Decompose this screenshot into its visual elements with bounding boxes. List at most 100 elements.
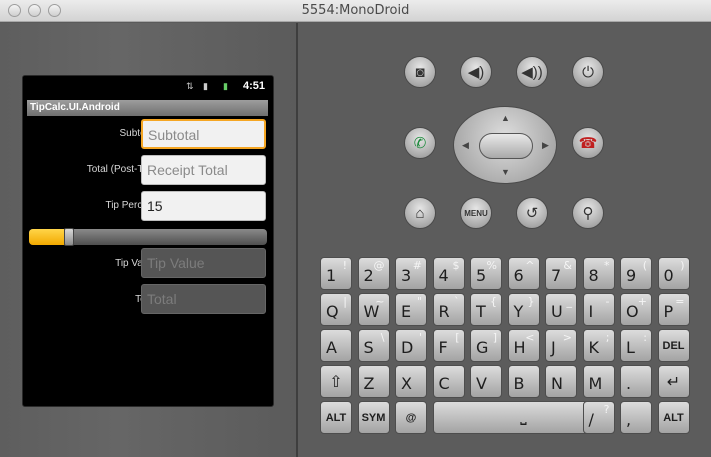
alt-key-left[interactable]: ALT: [320, 401, 352, 434]
delete-key[interactable]: DEL: [657, 329, 690, 362]
search-button[interactable]: ⚲: [572, 197, 604, 229]
tip-slider[interactable]: [29, 228, 267, 246]
power-button[interactable]: ⏻: [572, 56, 604, 88]
key-5[interactable]: 5%: [470, 257, 502, 290]
key-i[interactable]: I-: [582, 293, 615, 326]
search-icon: ⚲: [582, 205, 594, 222]
key-s[interactable]: S \: [357, 329, 390, 362]
camera-button[interactable]: ◙: [404, 56, 436, 88]
key-0[interactable]: 0): [657, 257, 690, 290]
key-z[interactable]: Z: [357, 365, 390, 398]
end-call-button[interactable]: ☎: [572, 127, 604, 159]
key-alt-label: <: [525, 331, 535, 344]
key-b[interactable]: B: [507, 365, 540, 398]
subtotal-input[interactable]: Subtotal: [141, 119, 266, 149]
key-label: DEL: [662, 340, 685, 352]
home-icon: ⌂: [415, 204, 425, 222]
key-c[interactable]: C: [432, 365, 465, 398]
key-main-label: .: [626, 374, 632, 393]
sym-key[interactable]: SYM: [357, 401, 390, 434]
enter-key[interactable]: ↵: [657, 365, 690, 398]
at-key[interactable]: @: [395, 401, 427, 434]
key-main-label: 0: [663, 266, 674, 285]
back-button[interactable]: ↺: [516, 197, 548, 229]
key-main-label: 6: [513, 266, 524, 285]
key-q[interactable]: Q |: [320, 293, 352, 326]
volume-up-button[interactable]: ◀)): [516, 56, 548, 88]
key-x[interactable]: X: [395, 365, 427, 398]
key-f[interactable]: F[: [432, 329, 465, 362]
key-y[interactable]: Y}: [507, 293, 540, 326]
key-1[interactable]: 1!: [320, 257, 352, 290]
key-j[interactable]: J >: [545, 329, 577, 362]
volume-up-icon: ◀)): [521, 64, 543, 81]
key-alt-label: &: [563, 259, 572, 272]
receipt-total-input[interactable]: Receipt Total: [141, 155, 266, 185]
key-main-label: D: [401, 338, 414, 357]
key-n[interactable]: N: [545, 365, 577, 398]
key-t[interactable]: T{: [470, 293, 502, 326]
key-e[interactable]: E ": [395, 293, 427, 326]
key-m[interactable]: M: [582, 365, 615, 398]
dpad-center-button[interactable]: [479, 133, 533, 159]
signal-icon: ▮: [203, 81, 208, 91]
key-l[interactable]: L:: [620, 329, 652, 362]
volume-down-button[interactable]: ◀): [460, 56, 492, 88]
key-u[interactable]: U _: [545, 293, 577, 326]
key-main-label: B: [513, 374, 525, 393]
dpad-left-icon[interactable]: ◀: [462, 140, 469, 151]
key-4[interactable]: 4 $: [432, 257, 465, 290]
key-a[interactable]: A: [320, 329, 352, 362]
battery-icon: ▮: [223, 81, 228, 91]
menu-label: MENU: [464, 208, 488, 218]
key-alt-label: @: [373, 259, 385, 272]
camera-icon: ◙: [415, 63, 425, 81]
key-7[interactable]: 7 &: [545, 257, 577, 290]
home-button[interactable]: ⌂: [404, 197, 436, 229]
key-d[interactable]: D ': [395, 329, 427, 362]
key-alt-label: $: [452, 259, 460, 272]
key-main-label: 2: [363, 266, 374, 285]
call-button[interactable]: ✆: [404, 127, 436, 159]
key-6[interactable]: 6 ^: [507, 257, 540, 290]
key-main-label: E: [401, 302, 412, 321]
key-label: ALT: [325, 412, 347, 424]
key-h[interactable]: H <: [507, 329, 540, 362]
key-main-label: M: [588, 374, 603, 393]
key-3[interactable]: 3 #: [395, 257, 427, 290]
comma-key[interactable]: ,: [620, 401, 652, 434]
key-g[interactable]: G]: [470, 329, 502, 362]
key-k[interactable]: K;: [582, 329, 615, 362]
shift-key[interactable]: ⇧: [320, 365, 352, 398]
key-8[interactable]: 8 *: [582, 257, 615, 290]
dpad[interactable]: ▲ ▼ ◀ ▶: [453, 106, 557, 184]
key-9[interactable]: 9(: [620, 257, 652, 290]
phone-call-icon: ✆: [413, 135, 427, 152]
key-r[interactable]: R `: [432, 293, 465, 326]
slash-key[interactable]: /?: [582, 401, 615, 434]
key-alt-label: :: [643, 331, 647, 344]
tip-slider-thumb[interactable]: [64, 228, 75, 246]
key-alt-label: =: [675, 295, 685, 308]
key-v[interactable]: V: [470, 365, 502, 398]
key-w[interactable]: W ~: [357, 293, 390, 326]
key-main-label: H: [513, 338, 526, 357]
key-p[interactable]: P =: [657, 293, 690, 326]
key-o[interactable]: O +: [620, 293, 652, 326]
dpad-up-icon[interactable]: ▲: [501, 113, 510, 123]
key-alt-label: ;: [605, 331, 610, 344]
window-title: 5554:MonoDroid: [301, 3, 410, 18]
key-main-label: V: [476, 374, 487, 393]
dpad-right-icon[interactable]: ▶: [542, 140, 549, 151]
key-alt-label: ]: [492, 331, 497, 344]
key-2[interactable]: 2 @: [357, 257, 390, 290]
menu-button[interactable]: MENU: [460, 197, 492, 229]
back-icon: ↺: [525, 205, 539, 222]
key-.[interactable]: .: [620, 365, 652, 398]
tip-percent-input[interactable]: 15: [141, 191, 266, 221]
key-main-label: P: [663, 302, 674, 321]
dpad-down-icon[interactable]: ▼: [501, 167, 510, 177]
key-alt-label: ~: [375, 295, 385, 308]
key-alt-label: `: [454, 295, 460, 308]
alt-key-right[interactable]: ALT: [657, 401, 690, 434]
